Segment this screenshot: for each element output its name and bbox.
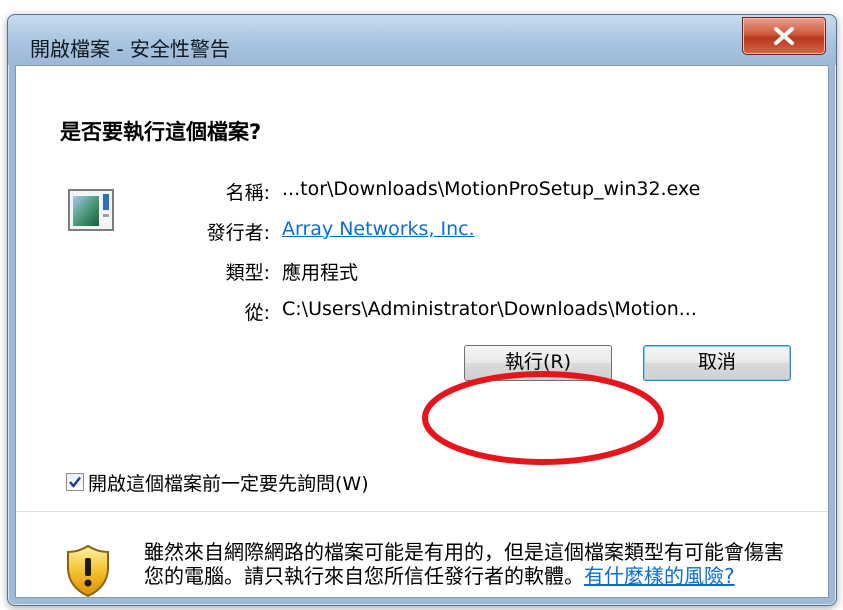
publisher-label: 發行者: (206, 222, 270, 244)
close-button[interactable] (742, 17, 826, 55)
risk-link[interactable]: 有什麼樣的風險? (584, 564, 735, 588)
dialog-body: 是否要執行這個檔案? 名稱: ...tor\Downloads\MotionPr… (15, 65, 829, 598)
run-question: 是否要執行這個檔案? (60, 120, 262, 144)
ask-before-open-checkbox[interactable] (66, 473, 84, 491)
ask-before-open-label: 開啟這個檔案前一定要先詢問(W) (88, 473, 369, 495)
annotation-ellipse (422, 371, 664, 465)
publisher-link[interactable]: Array Networks, Inc. (282, 218, 475, 240)
from-label: 從: (244, 302, 270, 324)
window-title: 開啟檔案 - 安全性警告 (30, 37, 230, 61)
name-value: ...tor\Downloads\MotionProSetup_win32.ex… (282, 178, 701, 200)
close-icon (774, 27, 794, 45)
checkmark-icon (69, 476, 81, 488)
type-label: 類型: (225, 262, 270, 284)
name-label: 名稱: (225, 182, 270, 204)
warning-message: 雖然來自網際網路的檔案可能是有用的，但是這個檔案類型有可能會傷害您的電腦。請只執… (144, 540, 794, 588)
security-warning-dialog: 開啟檔案 - 安全性警告 是否要執行這個檔案? 名稱: ...tor\Downl… (7, 14, 837, 606)
title-bar[interactable]: 開啟檔案 - 安全性警告 (8, 15, 836, 65)
shield-warning-icon (67, 544, 109, 598)
divider (16, 511, 828, 512)
from-value: C:\Users\Administrator\Downloads\Motion.… (282, 298, 697, 320)
type-value: 應用程式 (282, 262, 359, 284)
application-icon (68, 189, 114, 231)
